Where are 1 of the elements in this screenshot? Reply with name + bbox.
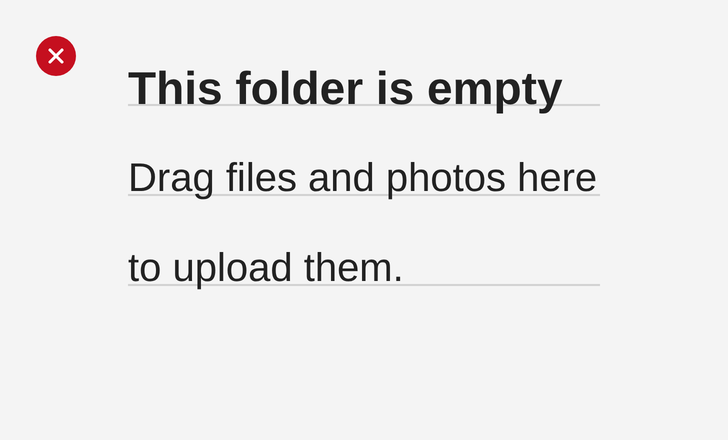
error-icon: [36, 36, 76, 76]
